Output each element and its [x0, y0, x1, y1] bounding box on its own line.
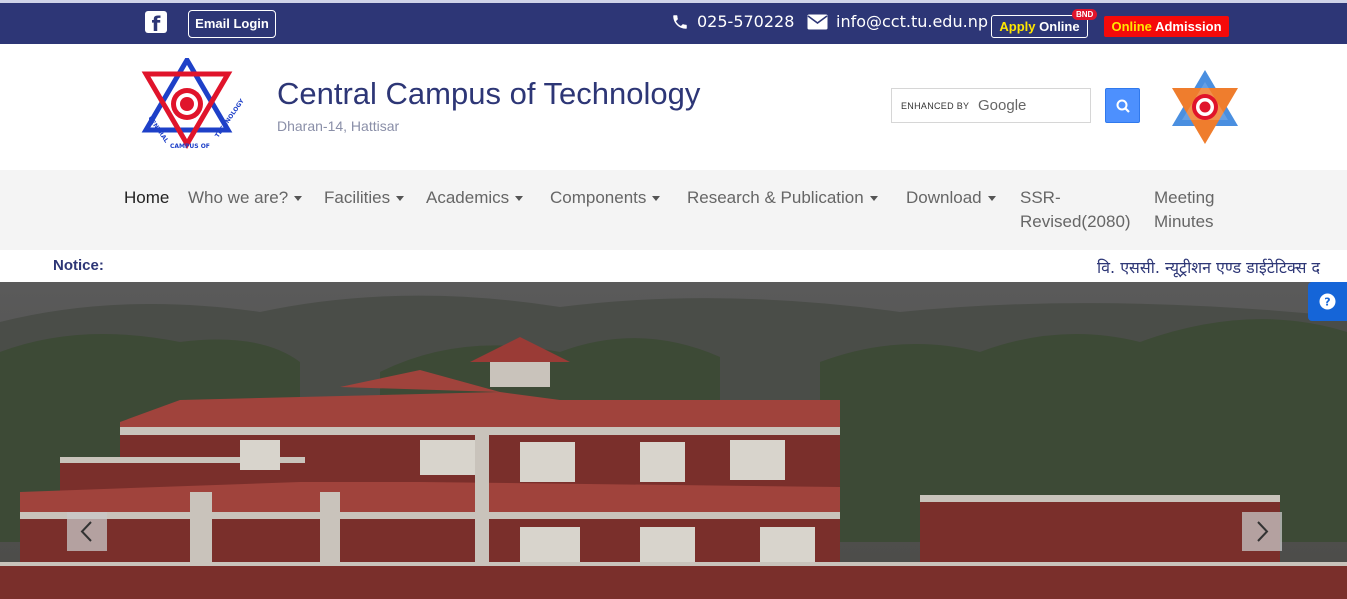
svg-text:CAMPUS OF: CAMPUS OF	[170, 143, 210, 150]
online-word: Online	[1039, 19, 1080, 34]
phone-icon	[673, 14, 687, 29]
nav-facilities-label: Facilities	[324, 188, 391, 207]
nav-who-we-are[interactable]: Who we are?	[188, 186, 303, 210]
nav-download-label: Download	[906, 188, 982, 207]
phone-number: 025-570228	[697, 12, 795, 31]
nav-components[interactable]: Components	[550, 186, 661, 210]
nav-research[interactable]: Research & Publication	[687, 186, 878, 210]
nav-facilities[interactable]: Facilities	[324, 186, 405, 210]
nav-who-we-are-label: Who we are?	[188, 188, 289, 207]
caret-down-icon	[987, 196, 996, 202]
caret-down-icon	[652, 196, 661, 202]
tu-emblem	[1172, 70, 1238, 144]
site-header: CENTRAL CAMPUS OF TECHNOLOGY Central Cam…	[0, 44, 1347, 170]
facebook-icon[interactable]: f	[145, 11, 167, 33]
admission-online-word: Online	[1111, 19, 1152, 34]
nav-meeting-minutes[interactable]: Meeting Minutes	[1154, 186, 1214, 234]
campus-building-photo	[0, 282, 1347, 599]
hero-slider	[0, 282, 1347, 599]
online-admission-button[interactable]: Online Admission	[1104, 16, 1229, 37]
svg-text:?: ?	[1324, 296, 1330, 309]
notice-bar: Notice: वि. एससी. न्यूट्रीशन एण्ड डाईटेट…	[0, 250, 1347, 282]
nav-ssr-label: SSR-	[1020, 188, 1061, 207]
slider-next-button[interactable]	[1242, 512, 1282, 551]
campus-logo[interactable]: CENTRAL CAMPUS OF TECHNOLOGY	[140, 58, 246, 152]
search-input[interactable]: ENHANCED BY Google	[891, 88, 1091, 123]
bnd-badge: BND	[1072, 9, 1098, 20]
nav-components-label: Components	[550, 188, 647, 207]
nav-academics[interactable]: Academics	[426, 186, 524, 210]
caret-down-icon	[396, 196, 405, 202]
apply-word: Apply	[999, 19, 1036, 34]
caret-down-icon	[515, 196, 524, 202]
nav-meeting-label: Meeting	[1154, 188, 1215, 207]
chevron-right-icon	[1257, 521, 1269, 542]
nav-home-label: Home	[124, 188, 170, 207]
enhanced-by-label: ENHANCED BY	[901, 101, 970, 111]
nav-home[interactable]: Home	[124, 186, 169, 210]
envelope-icon	[807, 14, 828, 29]
email-login-button[interactable]: Email Login	[188, 10, 276, 38]
main-nav: Home Who we are? Facilities Academics Co…	[0, 170, 1347, 250]
top-bar: f Email Login 025-570228 info@cct.tu.edu…	[0, 0, 1347, 44]
chevron-left-icon	[80, 521, 92, 542]
slider-prev-button[interactable]	[67, 512, 107, 551]
email-contact: info@cct.tu.edu.np	[807, 12, 988, 31]
admission-word: Admission	[1155, 19, 1222, 34]
caret-down-icon	[294, 196, 303, 202]
notice-label: Notice:	[53, 257, 104, 274]
nav-minutes-label: Minutes	[1154, 212, 1214, 231]
nav-ssr-revised[interactable]: SSR- Revised(2080)	[1020, 186, 1131, 234]
site-subtitle: Dharan-14, Hattisar	[277, 118, 400, 134]
search-button[interactable]	[1105, 88, 1140, 123]
site-title[interactable]: Central Campus of Technology	[277, 76, 700, 112]
caret-down-icon	[869, 196, 878, 202]
search-icon	[1116, 99, 1130, 113]
question-circle-icon: ?	[1319, 293, 1336, 310]
nav-download[interactable]: Download	[906, 186, 996, 210]
nav-research-label: Research & Publication	[687, 188, 864, 207]
notice-ticker[interactable]: वि. एससी. न्यूट्रीशन एण्ड डाईटेटिक्स द	[1097, 256, 1327, 278]
email-address[interactable]: info@cct.tu.edu.np	[836, 12, 988, 31]
google-brand-label: Google	[978, 97, 1027, 114]
phone-contact: 025-570228	[671, 12, 794, 31]
nav-revised-label: Revised(2080)	[1020, 212, 1131, 231]
nav-academics-label: Academics	[426, 188, 510, 207]
help-button[interactable]: ?	[1308, 282, 1347, 321]
